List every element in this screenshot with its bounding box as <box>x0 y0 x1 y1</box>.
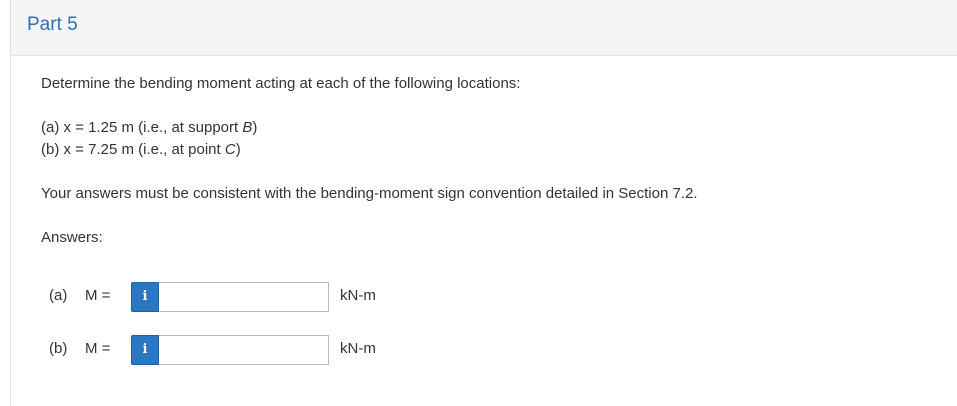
sign-convention-note: Your answers must be consistent with the… <box>41 185 698 202</box>
location-a-text: (a) x = 1.25 m (i.e., at support <box>41 119 243 136</box>
answer-a-unit: kN-m <box>340 287 376 304</box>
location-b: (b) x = 7.25 m (i.e., at point C) <box>41 140 241 160</box>
answer-a-input[interactable] <box>159 282 329 312</box>
answer-row-a: (a) M = i kN-m <box>49 281 409 313</box>
answers-label: Answers: <box>41 229 103 246</box>
location-b-text: (b) x = 7.25 m (i.e., at point <box>41 141 225 158</box>
location-a-suffix: ) <box>252 119 258 136</box>
answer-a-label: (a) <box>49 287 68 304</box>
question-prompt: Determine the bending moment acting at e… <box>41 75 521 92</box>
location-a: (a) x = 1.25 m (i.e., at support B) <box>41 118 257 138</box>
info-icon[interactable]: i <box>131 335 159 365</box>
answer-b-variable: M = <box>85 340 111 357</box>
answer-b-input[interactable] <box>159 335 329 365</box>
info-icon[interactable]: i <box>131 282 159 312</box>
question-panel: Part 5 Determine the bending moment acti… <box>10 0 957 406</box>
location-a-point: B <box>242 119 253 136</box>
part-title: Part 5 <box>27 14 78 35</box>
answer-row-b: (b) M = i kN-m <box>49 334 409 366</box>
location-b-point: C <box>224 141 236 158</box>
part-header: Part 5 <box>11 0 957 56</box>
answer-b-unit: kN-m <box>340 340 376 357</box>
answer-a-variable: M = <box>85 287 111 304</box>
answer-b-label: (b) <box>49 340 68 357</box>
location-b-suffix: ) <box>235 141 241 158</box>
